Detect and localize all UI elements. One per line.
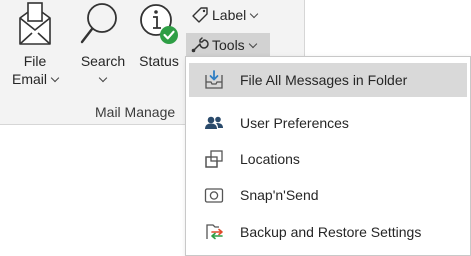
search-chevron bbox=[74, 71, 132, 87]
tools-button[interactable]: Tools bbox=[186, 33, 270, 57]
users-icon bbox=[205, 116, 223, 129]
wrench-icon bbox=[191, 37, 209, 53]
file-email-label-line1: File bbox=[23, 53, 47, 69]
search-label: Search bbox=[80, 53, 126, 69]
tools-menu: File All Messages in Folder User Prefere… bbox=[185, 56, 471, 256]
menu-item-snap-n-send[interactable]: Snap'n'Send bbox=[189, 178, 467, 212]
label-button[interactable]: Label bbox=[190, 3, 260, 27]
locations-icon bbox=[205, 150, 223, 168]
tag-icon bbox=[192, 7, 208, 23]
menu-item-label: Locations bbox=[240, 151, 300, 167]
envelope-icon bbox=[19, 2, 51, 45]
menu-item-label: File All Messages in Folder bbox=[240, 72, 408, 88]
backup-restore-icon bbox=[206, 224, 223, 240]
magnifier-icon bbox=[80, 3, 117, 44]
status-button[interactable]: Status bbox=[134, 0, 184, 95]
menu-item-label: Backup and Restore Settings bbox=[240, 224, 422, 240]
status-label: Status bbox=[139, 53, 179, 69]
file-email-label-line2: Email bbox=[4, 71, 66, 87]
menu-item-user-preferences[interactable]: User Preferences bbox=[189, 106, 467, 140]
menu-item-label: Snap'n'Send bbox=[240, 187, 319, 203]
search-button[interactable]: Search bbox=[74, 0, 132, 95]
file-email-button[interactable]: File Email bbox=[4, 0, 66, 95]
label-button-label: Label bbox=[212, 3, 259, 27]
chevron-down-icon bbox=[248, 39, 257, 49]
tools-button-label: Tools bbox=[212, 33, 257, 57]
chevron-down-icon bbox=[250, 9, 259, 19]
chevron-down-icon bbox=[50, 73, 60, 83]
menu-item-label: User Preferences bbox=[240, 115, 349, 131]
menu-item-file-all-messages[interactable]: File All Messages in Folder bbox=[189, 63, 467, 97]
group-label: Mail Manage bbox=[95, 104, 176, 120]
chevron-down-icon bbox=[98, 73, 108, 83]
menu-item-backup-restore[interactable]: Backup and Restore Settings bbox=[189, 215, 467, 249]
menu-item-locations[interactable]: Locations bbox=[189, 142, 467, 176]
camera-icon bbox=[204, 188, 224, 203]
info-check-icon bbox=[140, 4, 178, 44]
file-folder-icon bbox=[205, 70, 223, 89]
